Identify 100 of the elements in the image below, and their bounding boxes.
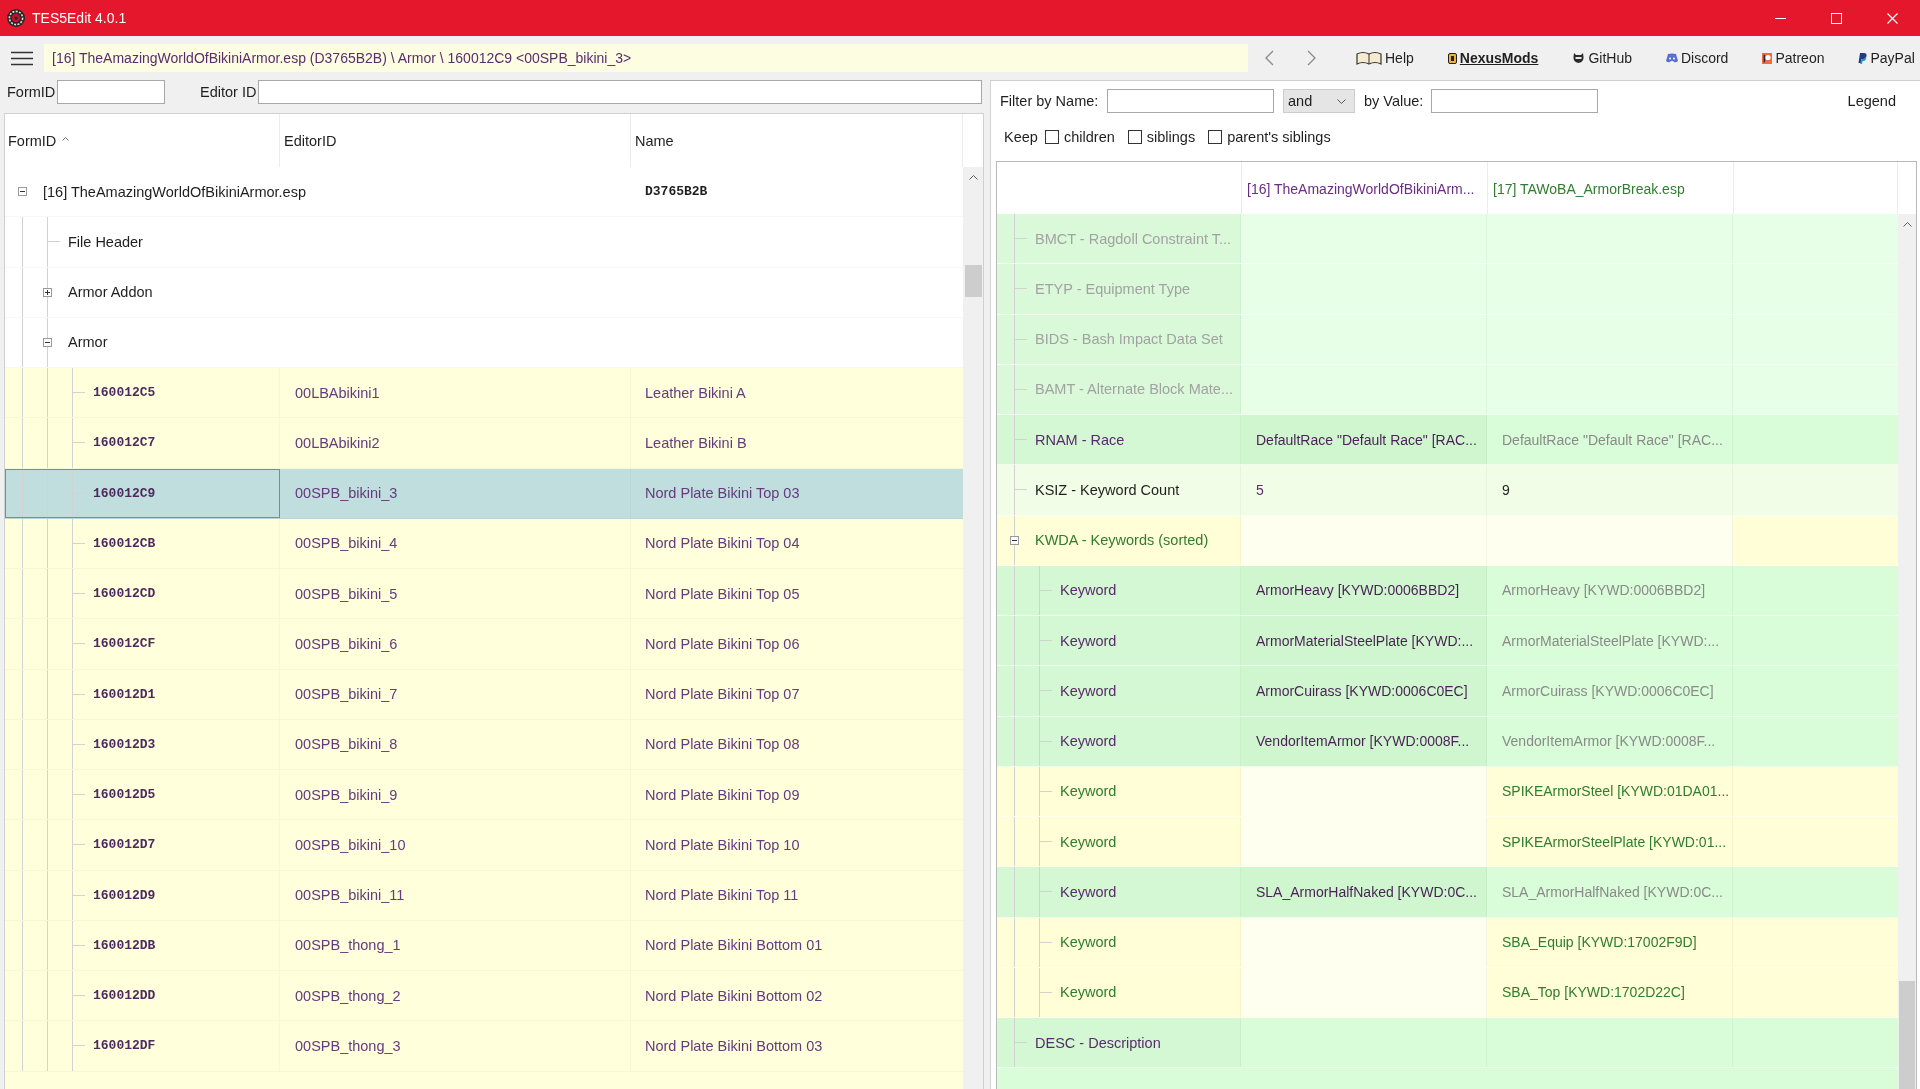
field-label: Keyword xyxy=(1060,883,1117,900)
nexus-logo-icon xyxy=(1447,52,1457,64)
record-name: Leather Bikini A xyxy=(645,384,746,401)
record-row[interactable]: 160012C9 00SPB_bikini_3 Nord Plate Bikini Top 03 xyxy=(5,468,963,519)
form-id: 160012DB xyxy=(93,937,156,953)
field-value: DefaultRace "Default Race" [RAC... xyxy=(1256,431,1477,448)
field-value: ArmorCuirass [KYWD:0006C0EC] xyxy=(1256,682,1468,699)
field-label: DESC - Description xyxy=(1035,1034,1161,1051)
record-row[interactable]: 160012DB 00SPB_thong_1 Nord Plate Bikini Bottom 01 xyxy=(5,920,963,971)
field-row[interactable]: Keyword SPIKEArmorSteelPlate [KYWD:01... xyxy=(997,817,1898,868)
tree-node-label[interactable]: [16] TheAmazingWorldOfBikiniArmor.esp xyxy=(43,183,306,200)
checkbox-label[interactable]: parent's siblings xyxy=(1227,129,1331,145)
field-value: SBA_Equip [KYWD:17002F9D] xyxy=(1502,934,1697,951)
maximize-icon xyxy=(1830,12,1842,24)
field-row[interactable]: Keyword SBA_Equip [KYWD:17002F9D] xyxy=(997,917,1898,968)
field-value: 5 xyxy=(1256,481,1264,498)
editor-id: 00SPB_thong_2 xyxy=(295,987,401,1004)
scroll-up-icon[interactable] xyxy=(968,175,978,180)
record-row[interactable]: 160012DF 00SPB_thong_3 Nord Plate Bikini Bottom 03 xyxy=(5,1021,963,1072)
scroll-up-icon[interactable] xyxy=(1902,222,1912,227)
checkbox[interactable] xyxy=(1045,130,1059,144)
value-filter-field[interactable] xyxy=(1431,89,1598,113)
field-row[interactable]: Keyword SPIKEArmorSteel [KYWD:01DA01... xyxy=(997,766,1898,817)
tree-node-label[interactable]: File Header xyxy=(68,233,143,250)
minus-box-icon[interactable] xyxy=(1009,535,1019,545)
scrollbar-thumb[interactable] xyxy=(964,265,982,297)
editor-id: 00SPB_bikini_9 xyxy=(295,786,398,803)
record-row[interactable]: 160012CF 00SPB_bikini_6 Nord Plate Bikini Top 06 xyxy=(5,619,963,670)
checkbox[interactable] xyxy=(1127,130,1142,144)
filter-field[interactable] xyxy=(258,80,982,104)
record-name: Nord Plate Bikini Top 03 xyxy=(645,485,800,502)
path-field[interactable]: [16] TheAmazingWorldOfBikiniArmor.esp (D3765B2B) \ Armor \ 160012C9 <00SPB_bikini_3> xyxy=(44,44,1248,72)
field-label: ETYP - Equipment Type xyxy=(1035,280,1191,297)
sort-caret-icon xyxy=(62,136,70,141)
form-id: 160012D1 xyxy=(93,686,156,702)
filter-label: Filter by Name: xyxy=(1000,93,1100,109)
field-row[interactable]: Keyword SLA_ArmorHalfNaked [KYWD:0C... SLA_ArmorHalfNaked [KYWD:0C... xyxy=(997,867,1898,918)
scrollbar-thumb[interactable] xyxy=(1899,981,1915,1089)
operator-dropdown[interactable]: and xyxy=(1283,89,1355,113)
toolbar-link[interactable]: Help xyxy=(1356,50,1414,66)
tree-node-label[interactable]: Armor xyxy=(68,334,108,351)
form-id: 160012CF xyxy=(93,636,156,652)
chevron-down-icon xyxy=(1337,98,1346,104)
record-row[interactable]: 160012D3 00SPB_bikini_8 Nord Plate Bikini Top 08 xyxy=(5,719,963,770)
field-row[interactable]: Keyword VendorItemArmor [KYWD:0008F... VendorItemArmor [KYWD:0008F... xyxy=(997,716,1898,767)
field-value: DefaultRace "Default Race" [RAC... xyxy=(1502,431,1723,448)
field-row[interactable]: Keyword SBA_Top [KYWD:1702D22C] xyxy=(997,967,1898,1018)
field-value: VendorItemArmor [KYWD:0008F... xyxy=(1502,733,1716,750)
editor-id: 00SPB_bikini_3 xyxy=(295,485,398,502)
record-row[interactable]: 160012D1 00SPB_bikini_7 Nord Plate Bikini Top 07 xyxy=(5,669,963,720)
record-row[interactable]: 160012DD 00SPB_thong_2 Nord Plate Bikini Bottom 02 xyxy=(5,971,963,1022)
record-row[interactable]: 160012D5 00SPB_bikini_9 Nord Plate Bikini Top 09 xyxy=(5,770,963,821)
toolbar-link[interactable]: Patreon xyxy=(1762,50,1825,66)
toolbar-link[interactable]: GitHub xyxy=(1572,50,1632,66)
editor-id: 00SPB_bikini_7 xyxy=(295,686,398,703)
record-row[interactable]: 160012C5 00LBAbikini1 Leather Bikini A xyxy=(5,368,963,419)
name-filter-field[interactable] xyxy=(1107,89,1274,113)
field-row[interactable]: DESC - Description xyxy=(997,1018,1898,1069)
minus-box-icon[interactable] xyxy=(42,337,52,347)
tree-node-label[interactable]: Armor Addon xyxy=(68,284,153,301)
record-row[interactable]: 160012D7 00SPB_bikini_10 Nord Plate Bikini Top 10 xyxy=(5,820,963,871)
editor-id: 00SPB_bikini_5 xyxy=(295,585,398,602)
record-row[interactable]: 160012CB 00SPB_bikini_4 Nord Plate Bikini Top 04 xyxy=(5,518,963,569)
scrollbar[interactable] xyxy=(963,167,983,1089)
legend-button[interactable]: Legend xyxy=(1847,93,1896,109)
field-row[interactable]: Keyword ArmorCuirass [KYWD:0006C0EC] ArmorCuirass [KYWD:0006C0EC] xyxy=(997,666,1898,717)
editor-id: 00LBAbikini1 xyxy=(295,384,380,401)
field-row[interactable]: KWDA - Keywords (sorted) xyxy=(997,515,1898,566)
record-row[interactable]: 160012C7 00LBAbikini2 Leather Bikini B xyxy=(5,418,963,469)
minus-box-icon[interactable] xyxy=(17,187,27,197)
field-label: BAMT - Alternate Block Mate... xyxy=(1035,381,1233,398)
filter-field[interactable] xyxy=(57,80,165,104)
field-value: ArmorHeavy [KYWD:0006BBD2] xyxy=(1502,582,1706,599)
checkbox-label[interactable]: children xyxy=(1064,129,1115,145)
field-row[interactable]: Keyword ArmorHeavy [KYWD:0006BBD2] ArmorHeavy [KYWD:0006BBD2] xyxy=(997,565,1898,616)
close-icon xyxy=(1886,12,1898,24)
github-logo-icon xyxy=(1572,52,1586,64)
record-row[interactable]: 160012CD 00SPB_bikini_5 Nord Plate Bikini Top 05 xyxy=(5,569,963,620)
field-row[interactable]: KSIZ - Keyword Count 5 9 xyxy=(997,465,1898,516)
editor-id: 00SPB_bikini_8 xyxy=(295,736,398,753)
record-name: Nord Plate Bikini Top 08 xyxy=(645,736,800,753)
field-row[interactable]: RNAM - Race DefaultRace "Default Race" [RAC... DefaultRace "Default Race" [RAC... xyxy=(997,415,1898,466)
record-name: Nord Plate Bikini Bottom 01 xyxy=(645,937,823,954)
chevron-left-icon xyxy=(1264,50,1274,66)
checkbox-label[interactable]: siblings xyxy=(1146,129,1196,145)
field-label: Keyword xyxy=(1060,833,1117,850)
checkbox[interactable] xyxy=(1208,130,1223,144)
field-row[interactable]: Keyword ArmorMaterialSteelPlate [KYWD:... ArmorMaterialSteelPlate [KYWD:... xyxy=(997,616,1898,667)
scrollbar[interactable] xyxy=(1898,214,1916,1089)
keep-label: Keep xyxy=(1004,129,1039,145)
window-title: TES5Edit 4.0.1 xyxy=(32,10,127,26)
form-id: 160012C9 xyxy=(93,485,156,501)
toolbar-link[interactable]: Discord xyxy=(1665,50,1729,66)
plus-box-icon[interactable] xyxy=(42,287,52,297)
paypal-logo-icon xyxy=(1858,52,1868,64)
field-value: ArmorMaterialSteelPlate [KYWD:... xyxy=(1502,632,1720,649)
record-row[interactable]: 160012D9 00SPB_bikini_11 Nord Plate Bikini Top 11 xyxy=(5,870,963,921)
toolbar-link[interactable]: NexusMods xyxy=(1447,50,1539,66)
toolbar-link[interactable]: PayPal xyxy=(1858,50,1915,66)
minimize-icon xyxy=(1774,17,1786,19)
